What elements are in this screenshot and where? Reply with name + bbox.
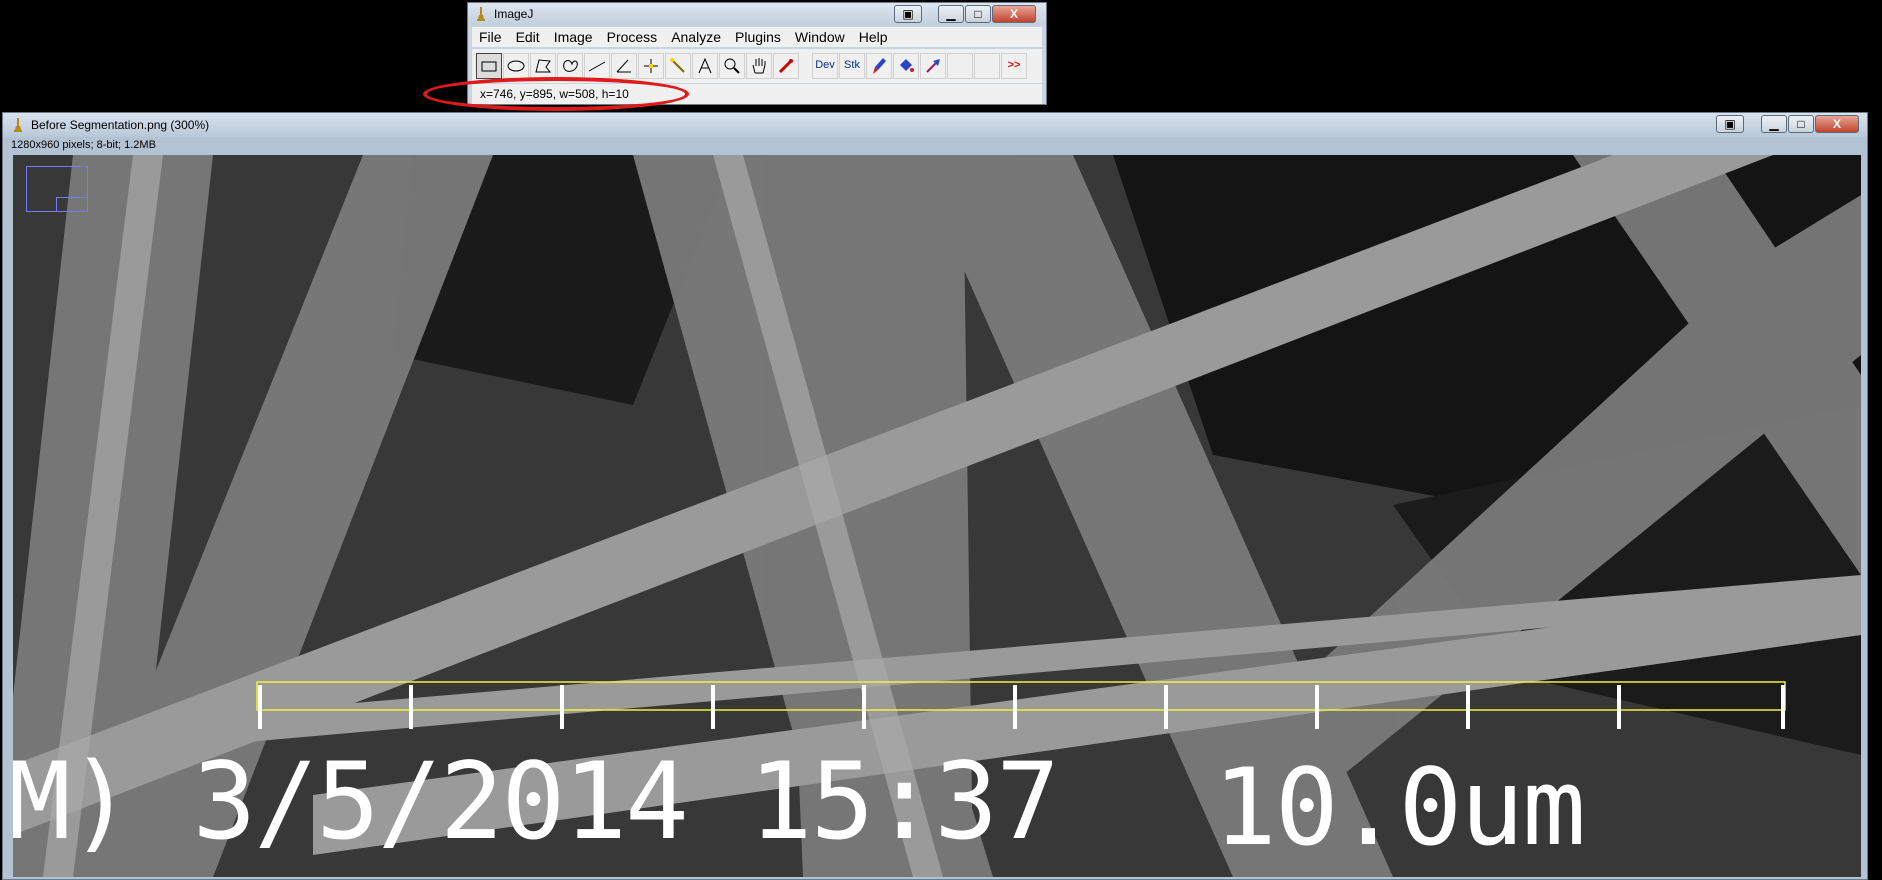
magnifier-tool[interactable] xyxy=(719,53,745,79)
line-icon xyxy=(588,61,606,72)
maximize-button[interactable]: □ xyxy=(1788,115,1814,133)
line-tool[interactable] xyxy=(584,53,610,79)
polygon-icon xyxy=(535,59,552,73)
angle-icon xyxy=(616,59,631,73)
hand-icon xyxy=(752,58,766,74)
brush-tool[interactable] xyxy=(866,53,892,79)
imagej-title-bar[interactable]: ImageJ ▣ ▁ □ X xyxy=(468,3,1046,25)
point-tool[interactable] xyxy=(638,53,664,79)
restore-button[interactable]: ▣ xyxy=(1716,115,1744,133)
oval-icon xyxy=(507,60,525,72)
menu-plugins[interactable]: Plugins xyxy=(728,27,788,47)
text-tool[interactable] xyxy=(692,53,718,79)
image-canvas[interactable]: M) 3/5/2014 15:37 10.0um xyxy=(13,155,1861,877)
color-picker-tool[interactable] xyxy=(773,53,799,79)
stk-menu[interactable]: Stk xyxy=(839,53,865,79)
arrow-icon xyxy=(926,59,940,73)
angle-tool[interactable] xyxy=(611,53,637,79)
navigator-rectangle[interactable] xyxy=(26,166,88,212)
minimize-button[interactable]: ▁ xyxy=(1761,115,1787,133)
dev-menu[interactable]: Dev xyxy=(812,53,838,79)
menu-bar: File Edit Image Process Analyze Plugins Window… xyxy=(472,27,1042,47)
image-window: Before Segmentation.png (300%) ▣ ▁ □ X 1… xyxy=(2,112,1868,880)
image-title-bar[interactable]: Before Segmentation.png (300%) ▣ ▁ □ X xyxy=(3,113,1867,137)
menu-window[interactable]: Window xyxy=(788,27,852,47)
more-tools-label: >> xyxy=(1007,59,1021,71)
text-icon xyxy=(698,57,712,74)
more-tools-button[interactable]: >> xyxy=(1001,53,1027,79)
image-info: 1280x960 pixels; 8-bit; 1.2MB xyxy=(11,139,156,151)
rectangle-icon xyxy=(481,61,497,72)
brush-icon xyxy=(873,58,886,74)
annotation-ellipse xyxy=(423,77,689,111)
eyedropper-icon xyxy=(778,59,793,74)
menu-analyze[interactable]: Analyze xyxy=(664,27,728,47)
dev-label: Dev xyxy=(815,59,835,71)
close-button[interactable]: X xyxy=(1815,115,1859,133)
polygon-tool[interactable] xyxy=(530,53,556,79)
wand-tool[interactable] xyxy=(665,53,691,79)
restore-button[interactable]: ▣ xyxy=(894,5,922,23)
empty-slot-2 xyxy=(974,53,1000,79)
wand-icon xyxy=(670,58,685,73)
freehand-tool[interactable] xyxy=(557,53,583,79)
navigator-viewport[interactable] xyxy=(56,197,87,211)
microscope-icon xyxy=(14,118,22,132)
magnifier-icon xyxy=(724,58,740,74)
scale-overlay: 10.0um xyxy=(1213,746,1586,869)
menu-help[interactable]: Help xyxy=(852,27,895,47)
empty-slot-1 xyxy=(947,53,973,79)
stk-label: Stk xyxy=(844,59,860,71)
microscope-icon xyxy=(477,7,485,21)
maximize-button[interactable]: □ xyxy=(965,5,991,23)
flood-fill-tool[interactable] xyxy=(893,53,919,79)
oval-tool[interactable] xyxy=(503,53,529,79)
freehand-icon xyxy=(563,60,578,72)
bucket-icon xyxy=(900,59,914,72)
hand-tool[interactable] xyxy=(746,53,772,79)
rectangle-tool[interactable] xyxy=(476,53,502,79)
menu-process[interactable]: Process xyxy=(600,27,665,47)
datetime-overlay: M) 3/5/2014 15:37 xyxy=(13,740,1060,863)
arrow-tool[interactable] xyxy=(920,53,946,79)
imagej-title: ImageJ xyxy=(494,7,534,21)
menu-file[interactable]: File xyxy=(472,27,509,47)
minimize-button[interactable]: ▁ xyxy=(938,5,964,23)
menu-image[interactable]: Image xyxy=(547,27,600,47)
menu-edit[interactable]: Edit xyxy=(509,27,547,47)
image-title: Before Segmentation.png (300%) xyxy=(31,118,210,132)
point-icon xyxy=(644,59,658,73)
close-button[interactable]: X xyxy=(992,5,1036,23)
